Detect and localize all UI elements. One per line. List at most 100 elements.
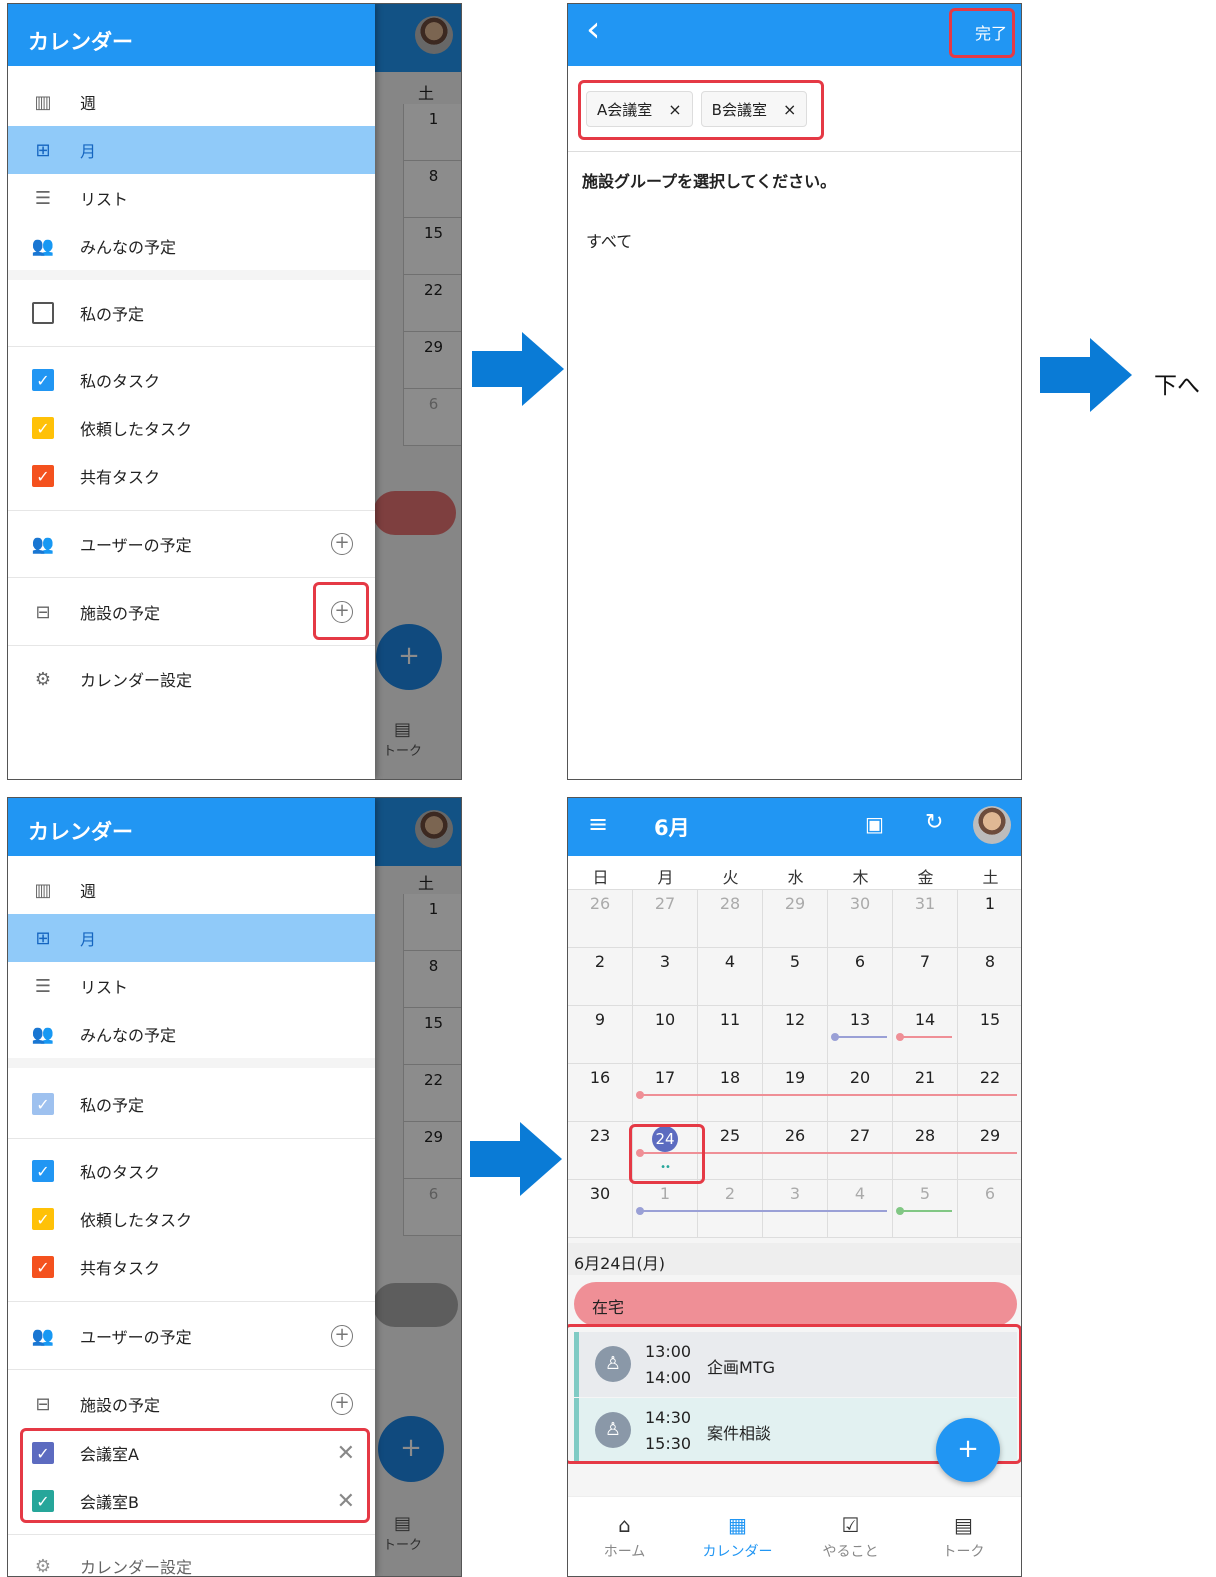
day-cell[interactable]: 3 [633,948,698,1006]
calendar-screen: ≡ 6月 ▣ ↻ 日月火水木金土 26 27 28 29 30 31 1 2 3 4 5 6 7 8 9 10… [567,797,1022,1577]
drawer-item-user-schedule[interactable]: 👥 ユーザーの予定 + [8,1312,375,1360]
event-start-dot [636,1207,644,1215]
drawer-item-week[interactable]: ▥ 週 [8,78,375,126]
drawer-item-list[interactable]: ☰ リスト [8,174,375,222]
multi-day-event-line[interactable] [636,1207,887,1215]
day-cell[interactable]: 18 [698,1064,763,1122]
day-number: 8 [984,952,996,971]
day-cell[interactable]: 27 [633,890,698,948]
multi-day-event-line[interactable] [636,1091,1017,1099]
day-cell[interactable]: 20 [828,1064,893,1122]
add-user-schedule-button[interactable]: + [331,1325,353,1347]
drawer-item-month[interactable]: ⊞ 月 [8,126,375,174]
day-cell[interactable]: 15 [958,1006,1021,1064]
multi-day-event-line[interactable] [896,1033,952,1041]
drawer-item-settings[interactable]: ⚙ カレンダー設定 [8,655,375,703]
drawer-item-everyone[interactable]: 👥 みんなの予定 [8,222,375,270]
day-cell[interactable]: 26 [763,1122,828,1180]
day-cell[interactable]: 29 [763,890,828,948]
option-all[interactable]: すべて [586,228,632,252]
facility-icon: ⊟ [35,601,51,623]
day-cell[interactable]: 31 [893,890,958,948]
day-cell[interactable]: 27 [828,1122,893,1180]
day-cell[interactable]: 6 [828,948,893,1006]
day-cell[interactable]: 30 [568,1180,633,1238]
day-cell[interactable]: 4 [698,948,763,1006]
day-cell[interactable]: 2 [698,1180,763,1238]
day-cell[interactable]: 21 [893,1064,958,1122]
scrim[interactable] [373,798,461,1576]
checkbox-checked[interactable]: ✓ [32,1256,54,1278]
nav-talk[interactable]: ▤ トーク [907,1513,1020,1561]
drawer-item-everyone[interactable]: 👥 みんなの予定 [8,1010,375,1058]
day-cell[interactable]: 6 [958,1180,1021,1238]
day-number: 5 [919,1184,931,1203]
drawer-item-shared-tasks[interactable]: ✓ 共有タスク [8,1243,375,1291]
refresh-icon[interactable]: ↻ [925,810,943,835]
nav-home[interactable]: ⌂ ホーム [568,1513,681,1561]
checkbox-checked[interactable]: ✓ [32,465,54,487]
day-cell[interactable]: 4 [828,1180,893,1238]
day-cell[interactable]: 28 [893,1122,958,1180]
scrim[interactable] [373,4,461,779]
day-cell[interactable]: 19 [763,1064,828,1122]
checkbox-unchecked[interactable] [32,302,54,324]
drawer-item-week[interactable]: ▥ 週 [8,866,375,914]
day-cell[interactable]: 28 [698,890,763,948]
drawer-item-my-schedule[interactable]: 私の予定 [8,289,375,337]
drawer-item-requested-tasks[interactable]: ✓ 依頼したタスク [8,404,375,452]
day-cell[interactable]: 2 [568,948,633,1006]
checkbox-checked[interactable]: ✓ [32,1208,54,1230]
day-cell[interactable]: 1 [958,890,1021,948]
day-cell[interactable]: 29 [958,1122,1021,1180]
day-cell[interactable]: 10 [633,1006,698,1064]
add-user-schedule-button[interactable]: + [331,533,353,555]
day-cell[interactable]: 7 [893,948,958,1006]
today-calendar-icon[interactable]: ▣ [865,812,884,836]
drawer-item-facility-schedule[interactable]: ⊟ 施設の予定 + [8,1380,375,1428]
allday-event[interactable]: 在宅 [574,1282,1017,1326]
day-cell[interactable]: 22 [958,1064,1021,1122]
drawer-item-settings[interactable]: ⚙ カレンダー設定 [8,1542,375,1577]
checkbox-icon: ✓ [30,1206,56,1232]
day-cell[interactable]: 30 [828,890,893,948]
nav-label: やること [822,1544,879,1560]
drawer-item-shared-tasks[interactable]: ✓ 共有タスク [8,452,375,500]
checkbox-checked[interactable]: ✓ [32,1093,54,1115]
drawer-item-my-tasks[interactable]: ✓ 私のタスク [8,1147,375,1195]
drawer-item-my-schedule[interactable]: ✓ 私の予定 [8,1080,375,1128]
day-cell[interactable]: 9 [568,1006,633,1064]
avatar[interactable] [973,806,1011,844]
checkbox-checked[interactable]: ✓ [32,1160,54,1182]
day-cell[interactable]: 25 [698,1122,763,1180]
drawer-item-my-tasks[interactable]: ✓ 私のタスク [8,356,375,404]
multi-day-event-line[interactable] [896,1207,952,1215]
day-cell[interactable]: 23 [568,1122,633,1180]
drawer-item-requested-tasks[interactable]: ✓ 依頼したタスク [8,1195,375,1243]
day-number: 12 [784,1010,806,1029]
drawer-item-list[interactable]: ☰ リスト [8,962,375,1010]
nav-todo[interactable]: ☑ やること [794,1513,907,1561]
day-cell[interactable]: 26 [568,890,633,948]
day-cell[interactable]: 3 [763,1180,828,1238]
drawer-item-month[interactable]: ⊞ 月 [8,914,375,962]
menu-icon[interactable]: ≡ [588,810,608,838]
checkbox-icon: ✓ [30,1158,56,1184]
month-title: 6月 [654,816,690,840]
nav-label: ホーム [603,1544,646,1560]
drawer-item-user-schedule[interactable]: 👥 ユーザーの予定 + [8,520,375,568]
nav-calendar[interactable]: ▦ カレンダー [681,1513,794,1561]
day-number: 3 [789,1184,801,1203]
add-facility-button[interactable]: + [331,1393,353,1415]
checkbox-checked[interactable]: ✓ [32,369,54,391]
day-number: 9 [594,1010,606,1029]
day-cell[interactable]: 5 [763,948,828,1006]
day-cell[interactable]: 8 [958,948,1021,1006]
day-cell[interactable]: 11 [698,1006,763,1064]
back-chevron-icon[interactable]: ‹ [586,12,600,48]
day-cell[interactable]: 12 [763,1006,828,1064]
day-cell[interactable]: 16 [568,1064,633,1122]
add-event-button[interactable]: + [936,1418,1000,1482]
checkbox-checked[interactable]: ✓ [32,417,54,439]
multi-day-event-line[interactable] [831,1033,887,1041]
